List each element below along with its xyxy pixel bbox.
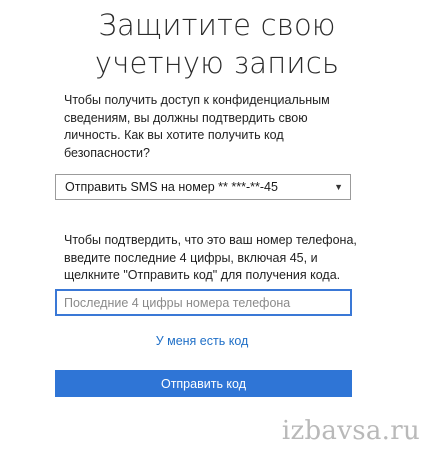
page-title-line-2: учетную запись — [94, 46, 340, 80]
page-title: Защитите свою учетную запись — [0, 6, 434, 82]
instructions-text: Чтобы подтвердить, что это ваш номер тел… — [64, 232, 364, 285]
instructions-line-2: введите последние 4 цифры, включая 45, и — [64, 250, 318, 265]
watermark: izbavsa.ru — [281, 416, 420, 446]
intro-line-3: личность. Как вы хотите получить код — [64, 128, 284, 142]
send-code-button[interactable]: Отправить код — [55, 370, 352, 397]
page-title-line-1: Защитите свою — [98, 8, 336, 42]
phone-digits-input[interactable] — [55, 289, 352, 316]
instructions-line-3: щелкните "Отправить код" для получения к… — [64, 268, 341, 282]
have-code-link[interactable]: У меня есть код — [0, 334, 404, 348]
intro-text: Чтобы получить доступ к конфиденциальным… — [64, 92, 364, 162]
verification-method-value: Отправить SMS на номер ** ***-**-45 — [65, 180, 278, 194]
intro-line-2: сведениям, вы должны подтвердить свою — [64, 110, 308, 125]
instructions-line-1: Чтобы подтвердить, что это ваш номер тел… — [64, 233, 357, 247]
verification-method-select[interactable]: Отправить SMS на номер ** ***-**-45 ▼ — [55, 174, 351, 200]
intro-line-1: Чтобы получить доступ к конфиденциальным — [64, 93, 330, 107]
chevron-down-icon: ▼ — [334, 182, 343, 192]
intro-line-4: безопасности? — [64, 145, 150, 160]
